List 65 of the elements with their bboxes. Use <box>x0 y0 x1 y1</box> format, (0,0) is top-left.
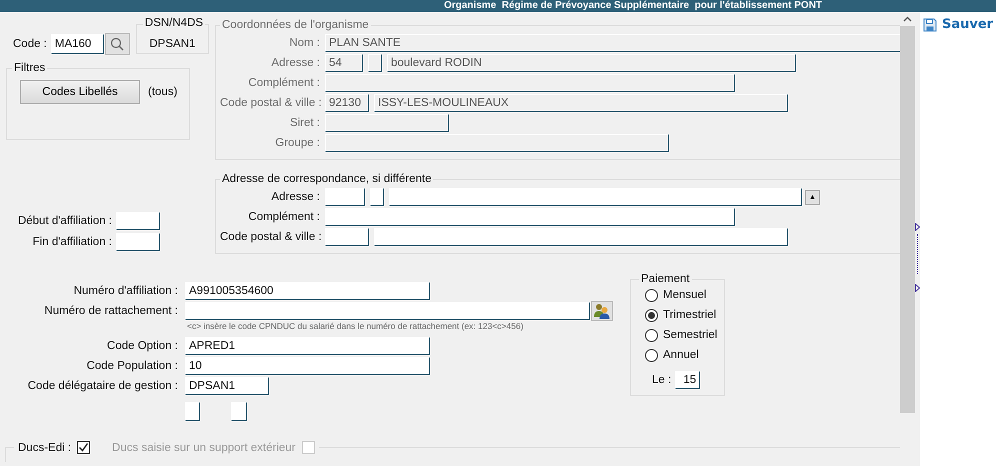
code-label: Code : <box>13 38 47 50</box>
input-field[interactable] <box>231 402 247 421</box>
input-field[interactable] <box>116 212 160 230</box>
search-icon <box>110 37 124 51</box>
input-field[interactable] <box>185 402 200 421</box>
people-button[interactable] <box>591 301 613 321</box>
group-title: Adresse de correspondance, si différente <box>221 173 432 185</box>
input-field[interactable]: 10 <box>185 357 430 375</box>
splitter-marker-icon <box>915 223 920 231</box>
input-field[interactable] <box>325 228 369 246</box>
group-title: Coordonnées de l'organisme <box>221 19 370 31</box>
input-field[interactable]: A991005354600 <box>185 282 430 300</box>
input-field[interactable] <box>185 302 590 320</box>
hint-text: <c> insère le code CPNDUC du salarié dans le numéro de rattachement (ex: 123<c>456) <box>186 321 524 333</box>
field-label: Code Option : <box>106 340 178 352</box>
radio-button[interactable] <box>645 308 658 322</box>
save-icon <box>923 18 937 32</box>
code-field[interactable]: MA160 <box>50 34 104 54</box>
field-label: Complément : <box>247 211 320 223</box>
radio-button[interactable] <box>645 288 658 302</box>
day-field[interactable]: 15 <box>675 371 700 389</box>
field-label: Numéro d'affiliation : <box>72 285 178 297</box>
input-field[interactable]: DPSAN1 <box>185 377 269 395</box>
scroll-up-icon <box>903 16 912 22</box>
checkbox[interactable] <box>77 441 90 454</box>
field-label: Début d'affiliation : <box>18 214 112 226</box>
codes-button[interactable]: Codes Libellés <box>20 80 140 104</box>
field-label: Siret : <box>288 117 320 129</box>
ducs-label: Ducs-Edi : <box>18 442 72 454</box>
radio-option[interactable]: Annuel <box>645 345 724 365</box>
splitter-marker-icon <box>915 284 920 292</box>
field-label: Le : <box>652 374 672 386</box>
input-field[interactable] <box>325 188 365 206</box>
field-label: Numéro de rattachement : <box>43 305 178 317</box>
field-label: Code Population : <box>86 360 178 372</box>
external-support-label: Ducs saisie sur un support extérieur <box>112 442 296 454</box>
radio-option[interactable]: Semestriel <box>645 325 724 345</box>
filter-scope: (tous) <box>148 86 178 98</box>
radio-option[interactable]: Mensuel <box>645 285 724 305</box>
input-field[interactable] <box>374 228 788 246</box>
dsn-label: DSN/N4DS <box>142 17 206 29</box>
group-title: Filtres <box>13 62 46 74</box>
field-label: Nom : <box>288 37 320 49</box>
field-label: Code postal & ville : <box>220 97 320 109</box>
radio-button[interactable] <box>645 328 658 342</box>
field-label: Fin d'affiliation : <box>32 236 112 248</box>
people-icon <box>593 303 611 319</box>
field-label: Code postal & ville : <box>220 231 320 243</box>
radio-button[interactable] <box>645 348 658 362</box>
field-label: Adresse : <box>270 191 320 203</box>
field-label: Adresse : <box>270 57 320 69</box>
search-button[interactable] <box>104 33 130 55</box>
input-field[interactable] <box>389 188 802 206</box>
field-label: Groupe : <box>274 137 320 149</box>
input-field[interactable]: APRED1 <box>185 337 430 355</box>
radio-option[interactable]: Trimestriel <box>645 305 724 325</box>
save-button[interactable]: Sauver <box>923 17 994 32</box>
input-field[interactable] <box>325 208 735 226</box>
input-field[interactable] <box>116 232 160 250</box>
group-title: Paiement <box>640 273 691 285</box>
input-field[interactable] <box>370 188 384 206</box>
field-label: Complément : <box>247 77 320 89</box>
dsn-value: DPSAN1 <box>149 38 196 50</box>
window-title: Organisme Régime de Prévoyance Supplémentaire pour l'établissement PONT <box>0 0 996 12</box>
field-label: Code délégataire de gestion : <box>26 380 178 392</box>
